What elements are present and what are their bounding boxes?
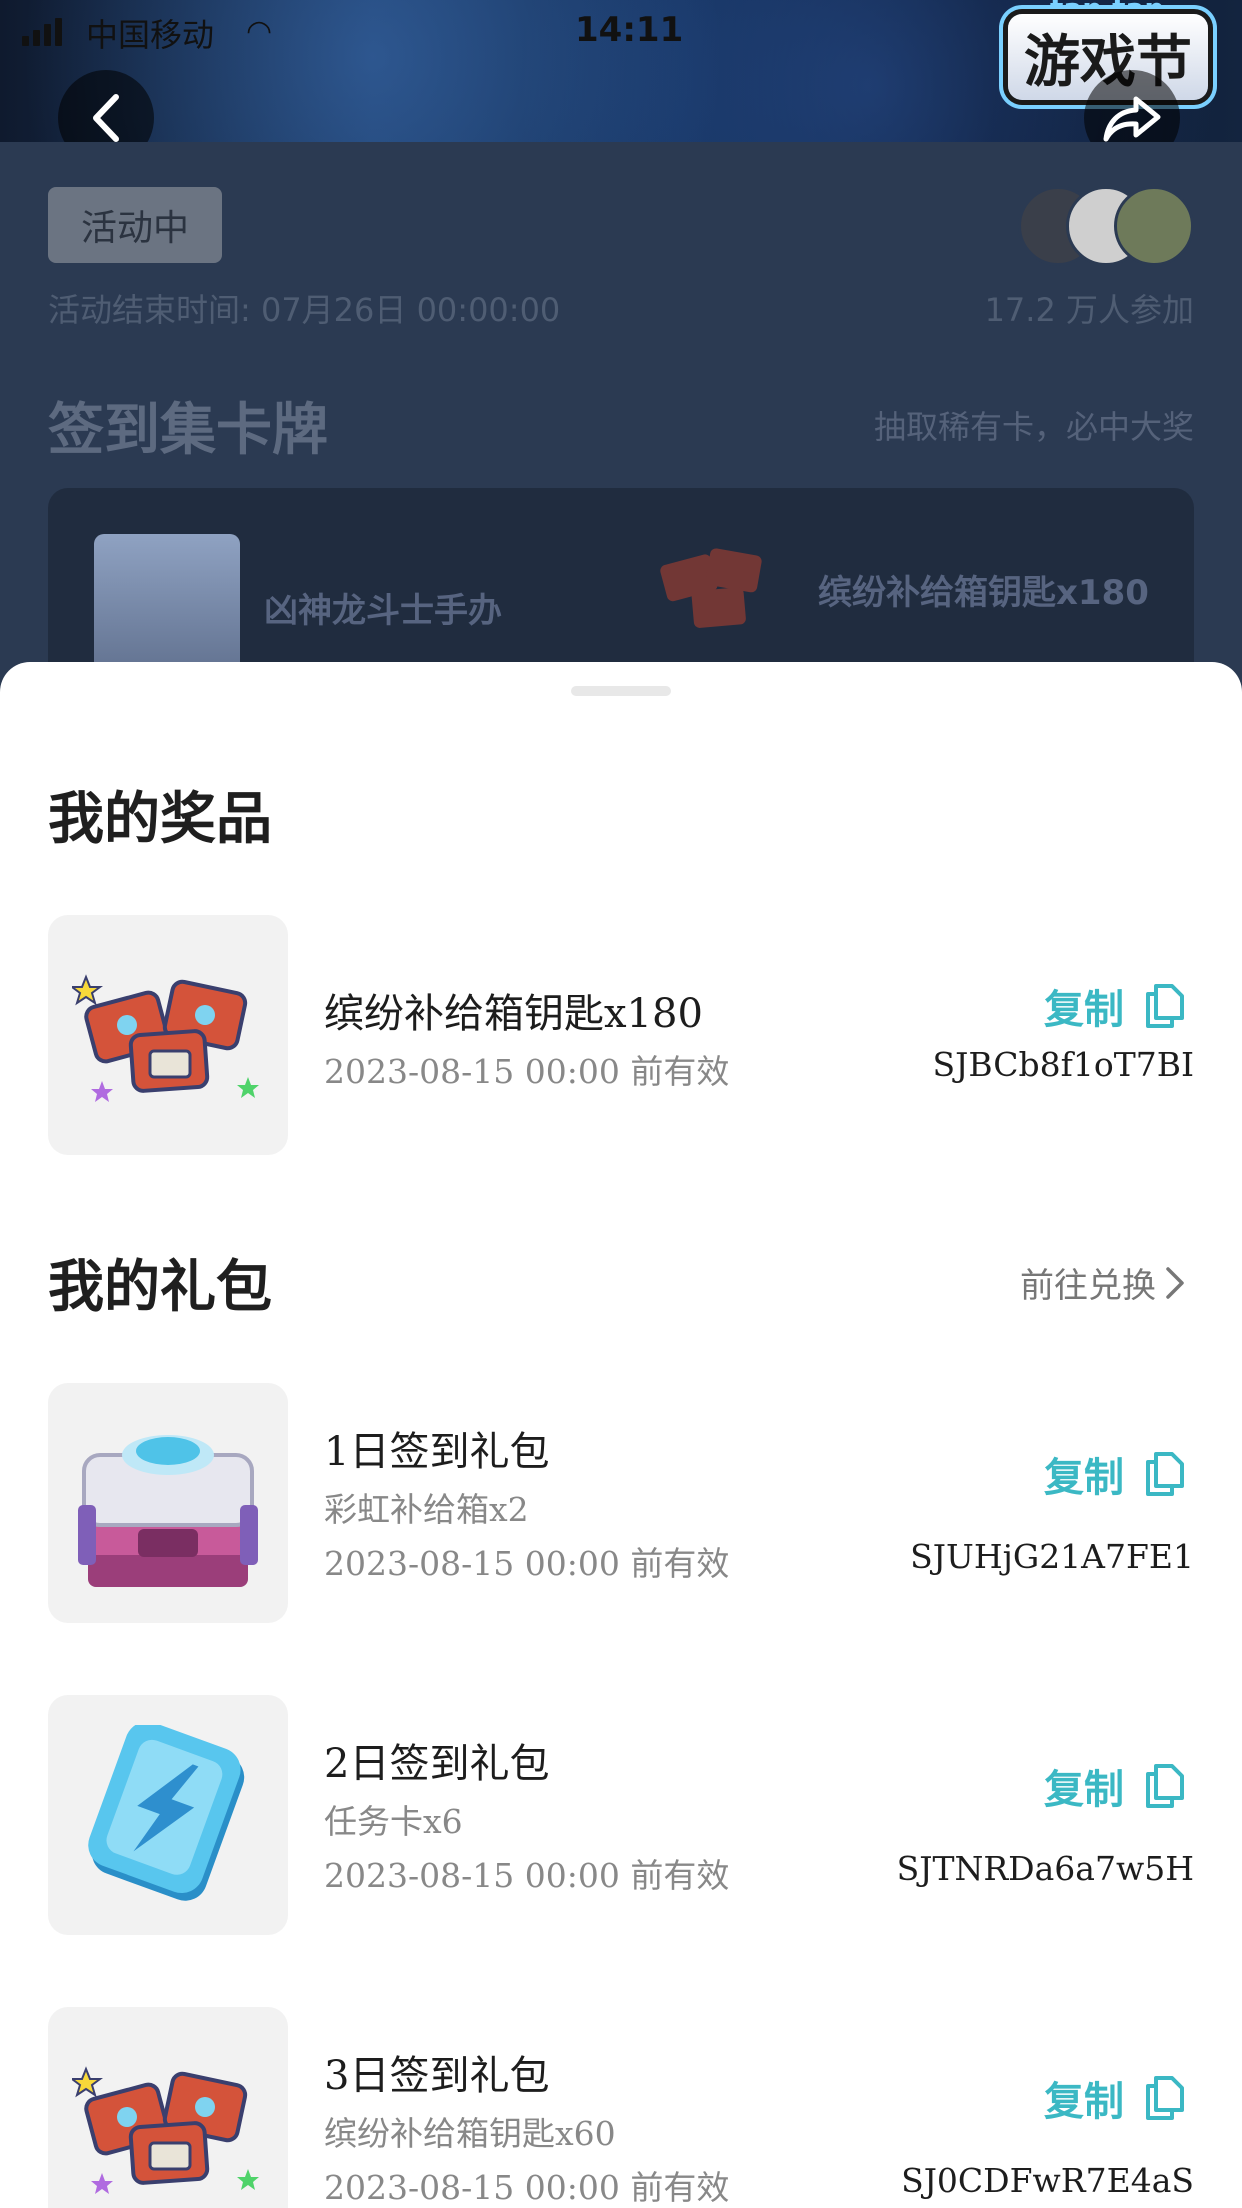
prize-row: 缤纷补给箱钥匙x180 2023-08-15 00:00 前有效 复制 SJBC… [48,915,1194,1155]
sheet-drag-handle[interactable] [571,686,671,696]
redeem-code[interactable]: SJTNRDa6a7w5H [897,1849,1194,1888]
go-redeem-link[interactable]: 前往兑换 [1020,1258,1186,1307]
gift-title: 1日签到礼包 [324,1429,550,1475]
gift-title: 3日签到礼包 [324,2053,550,2099]
gift-expiry: 2023-08-15 00:00 前有效 [324,2168,730,2207]
gift-subtitle: 缤纷补给箱钥匙x60 [324,2114,616,2153]
gift-thumbnail [48,1383,288,1623]
background-page: 中国移动 ◠ 14:11 tap tap 游戏节 活动中 活动结束时间: 07月… [0,0,1242,700]
wifi-icon: ◠ [246,14,273,49]
keys-icon [72,2066,259,2194]
copy-icon [1146,2076,1184,2120]
redeem-code[interactable]: SJBCb8f1oT7BI [933,1045,1194,1084]
supply-box-icon [78,1435,258,1587]
copy-icon [1146,1764,1184,1808]
prize-thumbnail [48,915,288,1155]
chevron-right-icon [1166,1266,1184,1299]
reward-card: 缤纷补给箱钥匙x180 [648,534,1149,644]
figure-icon [94,534,240,680]
participant-avatars [1018,186,1194,266]
gift-row: 3日签到礼包 缤纷补给箱钥匙x60 2023-08-15 00:00 前有效 复… [48,2007,1194,2208]
task-card-icon [88,1725,245,1901]
chevron-left-icon [93,94,119,142]
redeem-code[interactable]: SJ0CDFwR7E4aS [901,2161,1194,2200]
gift-expiry: 2023-08-15 00:00 前有效 [324,1544,730,1583]
redeem-code[interactable]: SJUHjG21A7FE1 [910,1537,1194,1576]
checkin-section-title: 签到集卡牌 [48,398,328,463]
checkin-section-hint: 抽取稀有卡，必中大奖 [873,408,1194,446]
go-redeem-label: 前往兑换 [1020,1266,1156,1306]
activity-status-badge: 活动中 [48,187,222,263]
signal-icon [22,18,62,46]
avatar [1114,186,1194,266]
gift-row: 1日签到礼包 彩虹补给箱x2 2023-08-15 00:00 前有效 复制 S… [48,1383,1194,1623]
gift-subtitle: 任务卡x6 [324,1802,463,1841]
keys-icon [660,548,762,628]
copy-label: 复制 [1044,1767,1124,1813]
prizes-title: 我的奖品 [48,787,272,852]
carrier-name: 中国移动 [86,16,215,54]
copy-label: 复制 [1044,2079,1124,2125]
reward-card-label: 凶神龙斗士手办 [264,590,502,631]
status-time: 14:11 [575,10,684,50]
gift-thumbnail [48,1695,288,1935]
prize-title: 缤纷补给箱钥匙x180 [324,991,703,1037]
gift-subtitle: 彩虹补给箱x2 [324,1490,529,1529]
gift-expiry: 2023-08-15 00:00 前有效 [324,1856,730,1895]
gift-thumbnail [48,2007,288,2208]
copy-button[interactable]: 复制 [1044,977,1186,1035]
gift-row: 2日签到礼包 任务卡x6 2023-08-15 00:00 前有效 复制 SJT… [48,1695,1194,1935]
reward-card: 凶神龙斗士手办 [94,534,502,680]
gifts-title: 我的礼包 [48,1255,272,1320]
reward-card-label: 缤纷补给箱钥匙x180 [818,572,1149,613]
copy-icon [1146,984,1184,1028]
activity-end-time: 活动结束时间: 07月26日 00:00:00 [48,291,561,329]
my-prizes-sheet: 我的奖品 缤纷补给箱钥匙x180 2023-08-15 00:00 前有效 复制 [0,662,1242,2208]
copy-label: 复制 [1044,987,1124,1033]
gift-title: 2日签到礼包 [324,1741,550,1787]
copy-icon [1146,1452,1184,1496]
share-icon [1103,96,1161,142]
copy-label: 复制 [1044,1455,1124,1501]
copy-button[interactable]: 复制 [1044,1757,1186,1815]
prize-expiry: 2023-08-15 00:00 前有效 [324,1052,730,1091]
keys-icon [72,974,259,1102]
participant-count: 17.2 万人参加 [984,291,1194,329]
copy-button[interactable]: 复制 [1044,1445,1186,1503]
copy-button[interactable]: 复制 [1044,2069,1186,2127]
